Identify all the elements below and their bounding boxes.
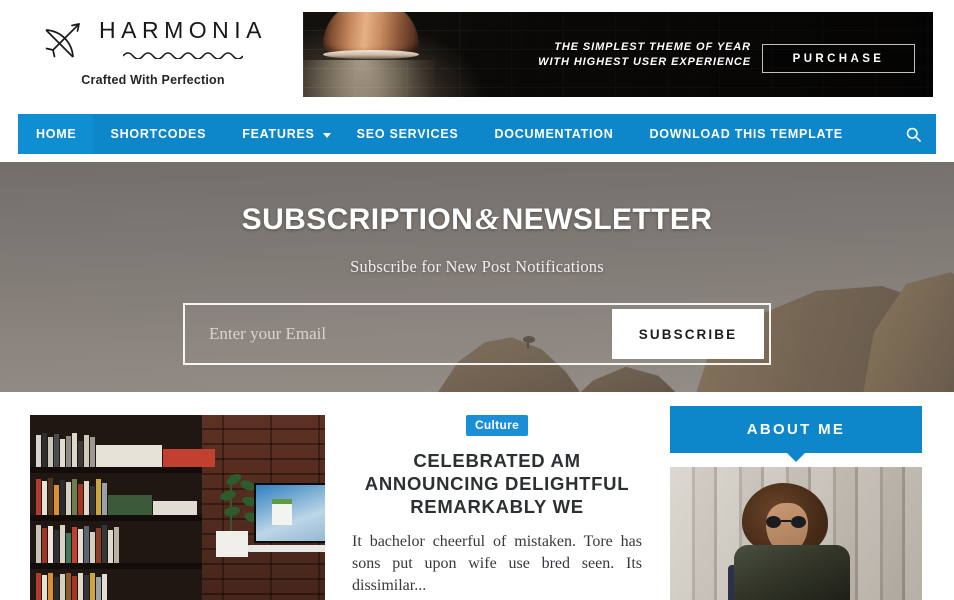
category-badge[interactable]: Culture bbox=[466, 415, 528, 436]
main-navigation: HOME SHORTCODES FEATURES SEO SERVICES DO… bbox=[18, 114, 936, 154]
triangle-notch-icon bbox=[787, 453, 805, 462]
logo-wave-divider bbox=[122, 46, 244, 64]
email-input[interactable] bbox=[185, 306, 607, 362]
nav-item-features-label: FEATURES bbox=[242, 127, 315, 141]
nav-item-features[interactable]: FEATURES bbox=[224, 114, 338, 154]
subscription-form: SUBSCRIBE bbox=[183, 303, 771, 365]
page-root: HARMONIA Crafted With Perfection THE SIM… bbox=[0, 0, 954, 600]
computer-monitor-icon bbox=[254, 483, 325, 543]
purchase-button[interactable]: PURCHASE bbox=[762, 44, 915, 73]
about-me-heading-label: ABOUT ME bbox=[746, 421, 846, 438]
hero-title: SUBSCRIPTION&NEWSLETTER bbox=[242, 201, 713, 237]
logo-title: HARMONIA bbox=[99, 16, 267, 43]
banner-copy: THE SIMPLEST THEME OF YEAR WITH HIGHEST … bbox=[538, 40, 751, 70]
banner-ad[interactable]: THE SIMPLEST THEME OF YEAR WITH HIGHEST … bbox=[303, 12, 933, 97]
hero-title-ampersand: & bbox=[475, 201, 500, 236]
hero-content: SUBSCRIPTION&NEWSLETTER Subscribe for Ne… bbox=[0, 162, 954, 392]
about-me-heading: ABOUT ME bbox=[670, 406, 922, 462]
hero-subtitle: Subscribe for New Post Notifications bbox=[350, 257, 604, 276]
content-area: Culture CELEBRATED AM ANNOUNCING DELIGHT… bbox=[0, 392, 954, 600]
hero-title-part1: SUBSCRIPTION bbox=[241, 203, 474, 236]
chevron-down-icon bbox=[322, 132, 331, 138]
nav-item-documentation-label: DOCUMENTATION bbox=[494, 127, 614, 141]
nav-item-seo-services-label: SEO SERVICES bbox=[356, 127, 459, 141]
book-row bbox=[32, 571, 107, 600]
about-me-photo bbox=[670, 467, 922, 600]
site-header: HARMONIA Crafted With Perfection THE SIM… bbox=[0, 0, 954, 110]
post-summary: Culture CELEBRATED AM ANNOUNCING DELIGHT… bbox=[352, 415, 642, 600]
shelf-board bbox=[30, 467, 202, 473]
subscription-hero: SUBSCRIPTION&NEWSLETTER Subscribe for Ne… bbox=[0, 162, 954, 392]
search-icon[interactable] bbox=[890, 114, 936, 154]
nav-item-documentation[interactable]: DOCUMENTATION bbox=[477, 114, 632, 154]
nav-item-shortcodes[interactable]: SHORTCODES bbox=[93, 114, 225, 154]
site-logo[interactable]: HARMONIA Crafted With Perfection bbox=[18, 18, 288, 94]
nav-item-download-this-template[interactable]: DOWNLOAD THIS TEMPLATE bbox=[632, 114, 861, 154]
book-row bbox=[32, 477, 197, 515]
nav-item-home-label: HOME bbox=[36, 127, 77, 141]
logo-text: HARMONIA bbox=[99, 16, 267, 64]
sidebar: ABOUT ME bbox=[670, 406, 922, 600]
nav-item-home[interactable]: HOME bbox=[18, 114, 93, 154]
book-row bbox=[32, 431, 215, 467]
banner-line-2: WITH HIGHEST USER EXPERIENCE bbox=[538, 56, 751, 68]
post-thumbnail[interactable] bbox=[30, 415, 325, 600]
bow-and-arrow-icon bbox=[39, 18, 85, 64]
lamp-glow bbox=[303, 60, 435, 97]
monitor-base bbox=[248, 545, 325, 552]
logo-tagline: Crafted With Perfection bbox=[81, 73, 225, 87]
post-title[interactable]: CELEBRATED AM ANNOUNCING DELIGHTFUL REMA… bbox=[352, 449, 642, 518]
subscribe-button[interactable]: SUBSCRIBE bbox=[612, 309, 764, 359]
banner-line-1: THE SIMPLEST THEME OF YEAR bbox=[554, 41, 751, 53]
book-row bbox=[32, 523, 119, 563]
shelf-board bbox=[30, 515, 202, 521]
person-portrait bbox=[728, 483, 856, 600]
logo-row: HARMONIA bbox=[39, 18, 267, 64]
nav-item-shortcodes-label: SHORTCODES bbox=[110, 127, 207, 141]
jacket bbox=[734, 545, 850, 600]
hero-title-part2: NEWSLETTER bbox=[501, 203, 713, 236]
plant-pot bbox=[216, 531, 248, 557]
sunglasses-icon bbox=[766, 516, 806, 528]
post-excerpt: It bachelor cheerful of mistaken. Tore h… bbox=[352, 533, 642, 594]
nav-item-download-this-template-label: DOWNLOAD THIS TEMPLATE bbox=[649, 127, 843, 141]
nav-item-seo-services[interactable]: SEO SERVICES bbox=[339, 114, 477, 154]
shelf-board bbox=[30, 563, 202, 569]
